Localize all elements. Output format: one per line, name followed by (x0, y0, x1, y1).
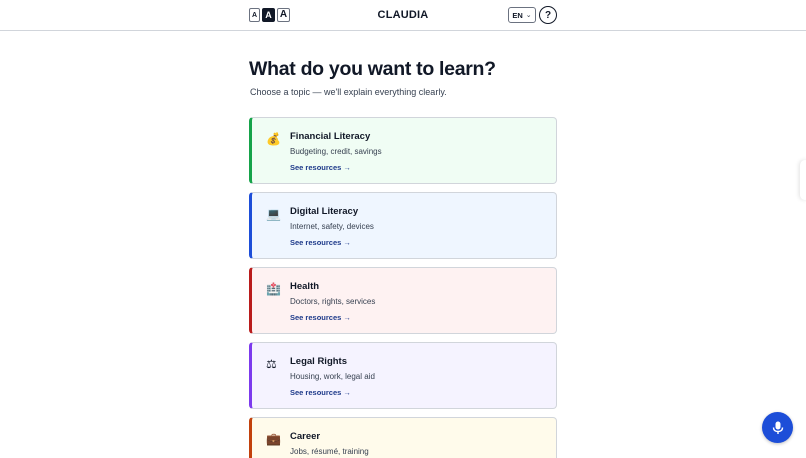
topic-description: Jobs, résumé, training (290, 447, 369, 456)
topic-card-career[interactable]: 💼 Career Jobs, résumé, training (249, 417, 557, 458)
see-resources-link[interactable]: See resources → (290, 313, 351, 322)
money-bag-icon: 💰 (266, 132, 281, 146)
topic-title: Health (290, 281, 320, 292)
topic-title: Legal Rights (290, 356, 348, 367)
side-panel-handle[interactable] (800, 160, 806, 200)
laptop-icon: 💻 (266, 207, 281, 221)
voice-input-button[interactable] (762, 412, 793, 443)
topic-title: Financial Literacy (290, 131, 371, 142)
chevron-down-icon: ⌄ (525, 12, 532, 19)
text-size-large-button[interactable]: A (277, 8, 290, 22)
see-resources-link[interactable]: See resources → (290, 163, 351, 172)
topic-card-legal-rights[interactable]: ⚖ Legal Rights Housing, work, legal aid … (249, 342, 557, 409)
topic-card-financial-literacy[interactable]: 💰 Financial Literacy Budgeting, credit, … (249, 117, 557, 184)
text-size-controls: A A A (249, 8, 290, 22)
hospital-icon: 🏥 (266, 282, 281, 296)
text-size-small-button[interactable]: A (249, 8, 260, 22)
topic-card-digital-literacy[interactable]: 💻 Digital Literacy Internet, safety, dev… (249, 192, 557, 259)
app-title: CLAUDIA (377, 9, 429, 21)
page-title: What do you want to learn? (249, 58, 496, 80)
topic-description: Internet, safety, devices (290, 222, 374, 231)
text-size-medium-button[interactable]: A (262, 8, 275, 22)
help-label: ? (544, 9, 552, 21)
top-bar: A A A CLAUDIA EN ⌄ ? (0, 0, 806, 31)
app-title-bar: CLAUDIA (0, 0, 806, 31)
briefcase-icon: 💼 (266, 432, 281, 446)
help-button[interactable]: ? (539, 6, 557, 24)
topic-description: Budgeting, credit, savings (290, 147, 382, 156)
microphone-icon (772, 421, 783, 434)
scales-icon: ⚖ (266, 357, 277, 371)
language-select[interactable]: EN ⌄ (508, 7, 536, 23)
see-resources-link[interactable]: See resources → (290, 388, 351, 397)
topic-title: Digital Literacy (290, 206, 359, 217)
topic-title: Career (290, 431, 321, 442)
page-subtitle: Choose a topic — we'll explain everythin… (250, 87, 447, 97)
language-value: EN (512, 10, 523, 20)
topic-description: Housing, work, legal aid (290, 372, 375, 381)
topic-card-health[interactable]: 🏥 Health Doctors, rights, services See r… (249, 267, 557, 334)
topic-description: Doctors, rights, services (290, 297, 376, 306)
see-resources-link[interactable]: See resources → (290, 238, 351, 247)
